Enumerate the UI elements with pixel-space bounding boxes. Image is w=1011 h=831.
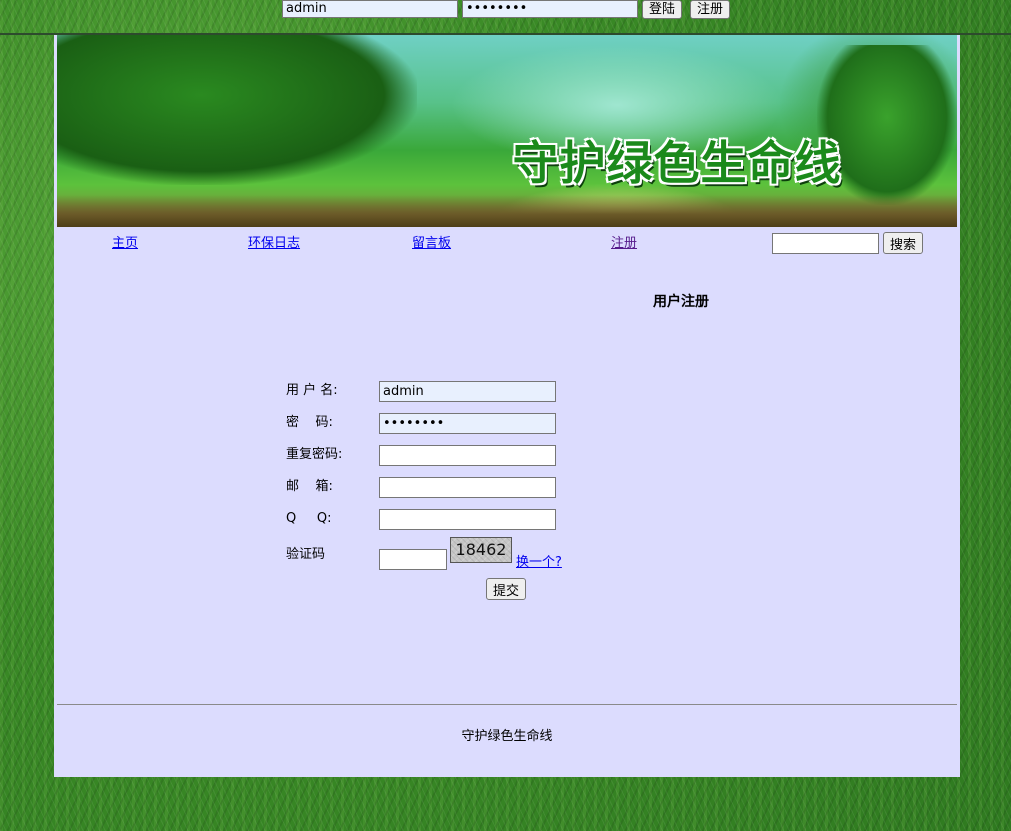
- submit-button[interactable]: 提交: [486, 578, 527, 600]
- banner-tree-left: [57, 35, 417, 185]
- footer-text: 守护绿色生命线: [461, 729, 553, 744]
- nav-home[interactable]: 主页: [112, 235, 138, 253]
- main-container: 守护绿色生命线 主页 环保日志 留言板 注册 搜索 用户注册 用 户 名: ad…: [54, 35, 960, 777]
- confirm-password-label: 重复密码:: [286, 447, 343, 462]
- captcha-label: 验证码: [286, 547, 326, 562]
- qq-label: Q Q:: [286, 511, 332, 526]
- email-label: 邮 箱:: [286, 479, 333, 494]
- nav-message-board[interactable]: 留言板: [412, 235, 451, 253]
- username-label: 用 户 名:: [286, 383, 338, 398]
- qq-input[interactable]: [379, 509, 556, 530]
- captcha-refresh-link[interactable]: 换一个?: [516, 551, 562, 570]
- password-input[interactable]: ••••••••: [379, 413, 556, 434]
- captcha-input[interactable]: [379, 549, 447, 570]
- banner-ground: [57, 195, 957, 227]
- top-register-button[interactable]: 注册: [690, 0, 731, 19]
- search-input[interactable]: [772, 233, 879, 254]
- top-password-input[interactable]: ••••••••: [462, 0, 638, 18]
- login-button[interactable]: 登陆: [642, 0, 683, 19]
- search-button[interactable]: 搜索: [883, 232, 924, 254]
- nav-register[interactable]: 注册: [611, 235, 637, 253]
- footer-divider: [57, 704, 957, 705]
- nav-eco-journal[interactable]: 环保日志: [248, 235, 300, 253]
- captcha-image: 18462: [450, 537, 512, 563]
- top-login-bar: admin •••••••• 登陆 注册: [0, 0, 1011, 35]
- page-title: 用户注册: [653, 294, 709, 310]
- banner-title: 守护绿色生命线: [512, 136, 842, 190]
- username-input[interactable]: admin: [379, 381, 556, 402]
- top-username-input[interactable]: admin: [282, 0, 458, 18]
- banner-image: 守护绿色生命线: [57, 35, 957, 227]
- password-label: 密 码:: [286, 415, 333, 430]
- email-input[interactable]: [379, 477, 556, 498]
- confirm-password-input[interactable]: [379, 445, 556, 466]
